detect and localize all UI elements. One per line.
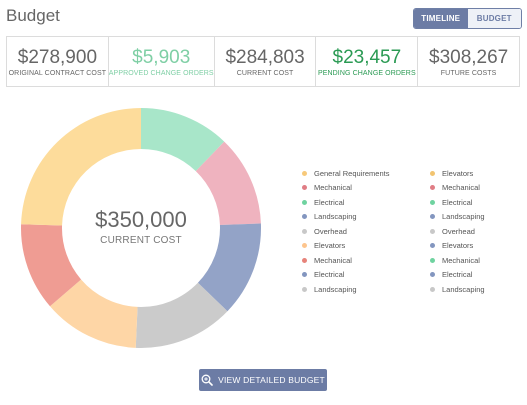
legend-item: Overhead — [428, 224, 520, 239]
legend-item: Elevators — [300, 239, 428, 254]
legend-item: Elevators — [428, 166, 520, 181]
legend-dot-icon — [430, 272, 435, 278]
legend-dot-icon — [430, 228, 435, 234]
stat-label: FUTURE COSTS — [440, 69, 497, 77]
legend-label: Elevators — [314, 241, 346, 251]
legend-dot-icon — [430, 286, 435, 292]
legend-label: Mechanical — [442, 255, 480, 265]
legend-label: Mechanical — [314, 255, 352, 265]
legend-label: Elevators — [442, 168, 474, 178]
view-detailed-budget-label: VIEW DETAILED BUDGET — [218, 375, 325, 385]
legend-item: Mechanical — [428, 253, 520, 268]
stat-label: CURRENT COST — [236, 69, 294, 77]
legend-label: Mechanical — [314, 183, 352, 193]
legend-label: Electrical — [314, 197, 345, 207]
legend-dot-icon — [430, 214, 435, 220]
legend-item: Landscaping — [300, 282, 428, 297]
legend-dot-icon — [302, 214, 307, 220]
stat-current-cost: $284,803 CURRENT COST — [215, 37, 317, 86]
legend-dot-icon — [302, 286, 307, 292]
stat-label: PENDING CHANGE ORDERS — [317, 69, 416, 77]
legend-dot-icon — [430, 257, 435, 263]
chart-legend: General Requirements Elevators Mechanical M… — [300, 166, 520, 297]
stat-value: $284,803 — [225, 46, 305, 68]
view-detailed-budget-button[interactable]: VIEW DETAILED BUDGET — [199, 369, 327, 391]
tab-budget[interactable]: BUDGET — [467, 9, 521, 28]
legend-dot-icon — [302, 185, 307, 191]
legend-dot-icon — [302, 272, 307, 278]
legend-item: Mechanical — [300, 181, 428, 196]
legend-item: Electrical — [300, 268, 428, 283]
legend-label: General Requirements — [314, 168, 390, 178]
legend-label: Elevators — [442, 241, 474, 251]
stats-bar: $278,900 ORIGINAL CONTRACT COST $5,903 A… — [6, 36, 520, 87]
legend-item: Landscaping — [300, 210, 428, 225]
stat-value: $23,457 — [332, 46, 402, 68]
stat-label: APPROVED CHANGE ORDERS — [108, 69, 214, 77]
legend-dot-icon — [430, 170, 435, 176]
stat-pending-change-orders: $23,457 PENDING CHANGE ORDERS — [316, 37, 419, 86]
donut-segment-yellow[interactable] — [21, 108, 142, 226]
legend-label: Overhead — [442, 226, 475, 236]
legend-label: Landscaping — [442, 212, 485, 222]
legend-label: Landscaping — [314, 212, 357, 222]
legend-dot-icon — [302, 243, 307, 249]
stat-value: $308,267 — [429, 46, 509, 68]
legend-label: Electrical — [442, 270, 473, 280]
legend-item: Electrical — [428, 268, 520, 283]
legend-item: Landscaping — [428, 210, 520, 225]
legend-dot-icon — [302, 257, 307, 263]
stat-future-costs: $308,267 FUTURE COSTS — [418, 37, 519, 86]
legend-dot-icon — [302, 170, 307, 176]
legend-dot-icon — [302, 199, 307, 205]
stat-label: ORIGINAL CONTRACT COST — [8, 69, 107, 77]
legend-label: Landscaping — [314, 284, 357, 294]
legend-item: Elevators — [428, 239, 520, 254]
legend-item: Landscaping — [428, 282, 520, 297]
legend-dot-icon — [430, 243, 435, 249]
stat-value: $278,900 — [17, 46, 98, 68]
page-title: Budget — [6, 6, 60, 25]
legend-label: Overhead — [314, 226, 347, 236]
legend-label: Electrical — [442, 197, 473, 207]
legend-item: Overhead — [300, 224, 428, 239]
legend-label: Landscaping — [442, 284, 485, 294]
legend-item: Electrical — [428, 195, 520, 210]
view-toggle: TIMELINE BUDGET — [413, 8, 522, 29]
legend-dot-icon — [430, 185, 435, 191]
legend-item: Mechanical — [428, 181, 520, 196]
legend-label: Mechanical — [442, 183, 480, 193]
legend-item: General Requirements — [300, 166, 428, 181]
legend-dot-icon — [430, 199, 435, 205]
stat-original-contract-cost: $278,900 ORIGINAL CONTRACT COST — [7, 37, 109, 86]
legend-item: Mechanical — [300, 253, 428, 268]
legend-item: Electrical — [300, 195, 428, 210]
stat-approved-change-orders: $5,903 APPROVED CHANGE ORDERS — [109, 37, 215, 86]
legend-dot-icon — [302, 228, 307, 234]
zoom-in-icon — [201, 374, 213, 386]
stat-value: $5,903 — [132, 46, 191, 68]
legend-label: Electrical — [314, 270, 345, 280]
budget-donut-chart — [21, 108, 261, 348]
tab-timeline[interactable]: TIMELINE — [414, 9, 468, 28]
